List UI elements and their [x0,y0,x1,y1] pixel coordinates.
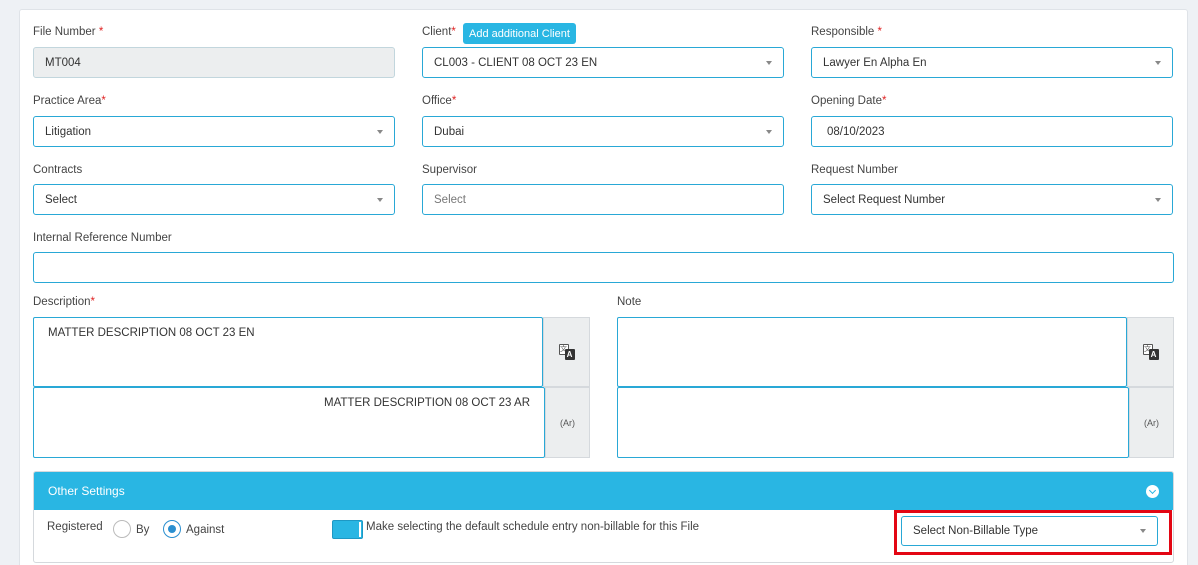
translate-icon: 文A [558,344,575,360]
request-number-select[interactable]: Select Request Number [811,184,1173,215]
client-label: Client* [422,26,456,38]
internal-reference-label: Internal Reference Number [33,232,172,244]
caret-down-icon [766,60,772,65]
responsible-select[interactable]: Lawyer En Alpha En [811,47,1173,78]
other-settings-title: Other Settings [48,484,125,498]
registered-by-label: By [136,524,150,536]
add-additional-client-button[interactable]: Add additional Client [463,23,576,44]
description-en-textarea[interactable]: MATTER DESCRIPTION 08 OCT 23 EN [33,317,543,387]
registered-by-radio[interactable] [113,520,131,538]
caret-down-icon [766,129,772,134]
registered-label: Registered [47,521,103,533]
contracts-select[interactable]: Select [33,184,395,215]
practice-area-select[interactable]: Litigation [33,116,395,147]
caret-down-icon [1155,197,1161,202]
internal-reference-input[interactable] [33,252,1174,283]
description-ar-tag: (Ar) [545,387,590,458]
client-select[interactable]: CL003 - CLIENT 08 OCT 23 EN [422,47,784,78]
note-ar-tag: (Ar) [1129,387,1174,458]
file-number-label: File Number * [33,26,104,38]
registered-against-radio[interactable] [163,520,181,538]
highlight-box [894,510,1172,555]
note-label: Note [617,296,642,308]
office-select[interactable]: Dubai [422,116,784,147]
description-translate-button[interactable]: 文A [543,317,590,387]
office-label: Office* [422,95,457,107]
chevron-circle-down-icon[interactable] [1146,484,1159,498]
other-settings-header[interactable]: Other Settings [34,472,1173,510]
description-ar-textarea[interactable]: MATTER DESCRIPTION 08 OCT 23 AR [33,387,545,458]
responsible-label: Responsible * [811,26,882,38]
caret-down-icon [1155,60,1161,65]
opening-date-field[interactable]: 08/10/2023 [811,116,1173,147]
contracts-label: Contracts [33,164,83,176]
request-number-label: Request Number [811,164,898,176]
description-label: Description* [33,296,96,308]
non-billable-default-toggle[interactable] [332,520,363,539]
supervisor-label: Supervisor [422,164,477,176]
note-en-textarea[interactable] [617,317,1127,387]
opening-date-label: Opening Date* [811,95,887,107]
file-number-field: MT004 [33,47,395,78]
non-billable-default-label: Make selecting the default schedule entr… [366,521,700,533]
supervisor-select[interactable]: Select [422,184,784,215]
caret-down-icon [377,197,383,202]
note-ar-textarea[interactable] [617,387,1129,458]
practice-area-label: Practice Area* [33,95,106,107]
translate-icon: 文A [1142,344,1159,360]
note-translate-button[interactable]: 文A [1127,317,1174,387]
registered-against-label: Against [186,524,225,536]
caret-down-icon [377,129,383,134]
